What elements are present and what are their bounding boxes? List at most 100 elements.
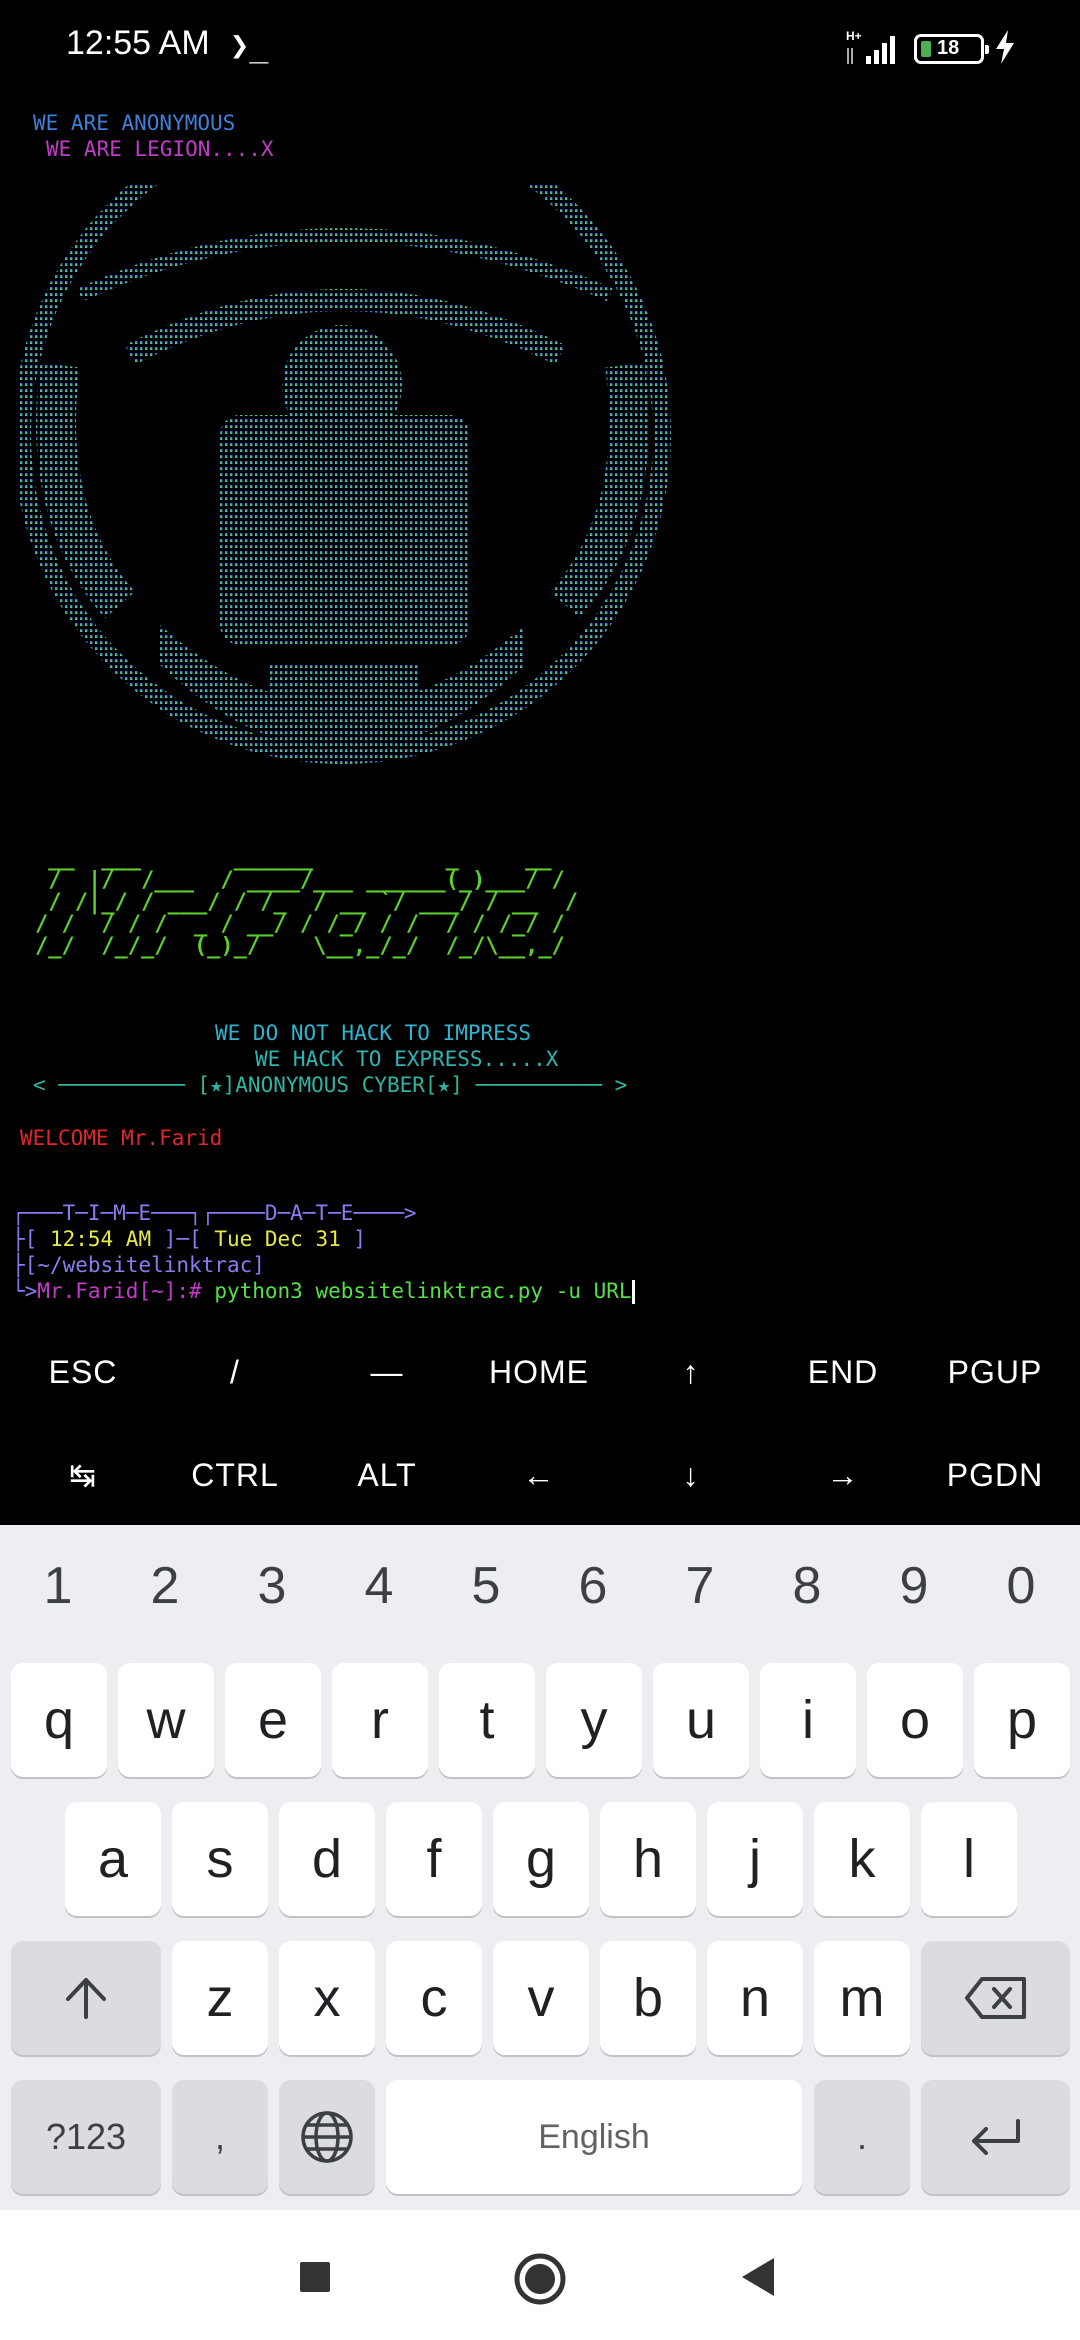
key-o[interactable]: o [867, 1663, 963, 1777]
key-v[interactable]: v [493, 1941, 589, 2055]
network-type: H+ [846, 29, 862, 43]
key-h[interactable]: h [600, 1802, 696, 1916]
key-j[interactable]: j [707, 1802, 803, 1916]
status-time: 12:55 AM [66, 24, 210, 62]
arrow-up-key[interactable]: ↑ [616, 1332, 766, 1412]
backspace-icon [964, 1977, 1026, 2019]
cwd-row: ├[~/websitelinktrac] [12, 1253, 265, 1277]
status-bar: 12:55 AM ❯_ H+ 18 [0, 0, 1080, 100]
key-n[interactable]: n [707, 1941, 803, 2055]
anonymous-emblem-art [20, 185, 680, 945]
backspace-key[interactable] [921, 1941, 1070, 2055]
enter-icon [971, 2119, 1020, 2155]
time-value: 12:54 AM [49, 1227, 152, 1251]
space-bar[interactable]: English [386, 2080, 802, 2194]
key-l[interactable]: l [921, 1802, 1017, 1916]
key-w[interactable]: w [118, 1663, 214, 1777]
logo-art-line-3: / /|_/ / ___/ / /_ / __ `/ ___/ / __ / [35, 890, 592, 915]
home-key[interactable]: HOME [464, 1332, 614, 1412]
key-g[interactable]: g [493, 1802, 589, 1916]
key-p[interactable]: p [974, 1663, 1070, 1777]
key-b[interactable]: b [600, 1941, 696, 2055]
key-y[interactable]: y [546, 1663, 642, 1777]
terminal-output[interactable]: WE ARE ANONYMOUS WE ARE LEGION....X __ _… [0, 100, 1080, 1325]
recents-square-icon[interactable] [298, 2260, 332, 2294]
key-c[interactable]: c [386, 1941, 482, 2055]
key-k[interactable]: k [814, 1802, 910, 1916]
key-2[interactable]: 2 [115, 1551, 215, 1621]
time-date-header: ┌───T─I─M─E───┐┌────D─A─T─E────> [12, 1201, 417, 1225]
key-f[interactable]: f [386, 1802, 482, 1916]
key-i[interactable]: i [760, 1663, 856, 1777]
end-key[interactable]: END [768, 1332, 918, 1412]
battery-level: 18 [937, 37, 960, 59]
status-icons: H+ 18 [844, 28, 1024, 68]
logo-art-line-5: /_/ /_/_/ (_)_/ \__,_/_/ /_/\__,_/ [35, 934, 605, 959]
motto-line-2: WE HACK TO EXPRESS.....X [255, 1047, 559, 1071]
arrow-right-key[interactable]: → [768, 1435, 918, 1515]
prompt-row[interactable]: └>Mr.Farid[~]:# python3 websitelinktrac.… [12, 1278, 635, 1304]
tab-key[interactable]: ↹ [8, 1435, 158, 1515]
arrow-down-key[interactable]: ↓ [616, 1435, 766, 1515]
key-m[interactable]: m [814, 1941, 910, 2055]
pgdn-key[interactable]: PGDN [920, 1435, 1070, 1515]
key-5[interactable]: 5 [436, 1551, 536, 1621]
key-9[interactable]: 9 [864, 1551, 964, 1621]
arrow-left-key[interactable]: ← [464, 1435, 614, 1515]
home-circle-icon[interactable] [513, 2252, 567, 2306]
soft-keyboard: 1 2 3 4 5 6 7 8 9 0 q w e r t y u i o p … [0, 1525, 1080, 2210]
terminal-notification-icon: ❯_ [230, 26, 269, 64]
key-7[interactable]: 7 [650, 1551, 750, 1621]
welcome-line: WELCOME Mr.Farid [20, 1126, 223, 1150]
key-e[interactable]: e [225, 1663, 321, 1777]
battery-icon: 18 [914, 34, 989, 64]
key-z[interactable]: z [172, 1941, 268, 2055]
logo-art-line-4: / / / / / _ / __/ / /_/ / / / / /_/ / [35, 912, 592, 937]
key-3[interactable]: 3 [222, 1551, 322, 1621]
text-cursor [631, 1280, 635, 1304]
dash-key[interactable]: — [312, 1332, 462, 1412]
key-q[interactable]: q [11, 1663, 107, 1777]
key-s[interactable]: s [172, 1802, 268, 1916]
key-u[interactable]: u [653, 1663, 749, 1777]
symbols-key[interactable]: ?123 [11, 2080, 161, 2194]
enter-key[interactable] [921, 2080, 1070, 2194]
key-8[interactable]: 8 [757, 1551, 857, 1621]
shift-arrow-icon [66, 1978, 106, 2019]
pgup-key[interactable]: PGUP [920, 1332, 1070, 1412]
space-bar-label: English [538, 2117, 650, 2156]
banner-line-1: WE ARE ANONYMOUS [33, 111, 236, 135]
comma-key-label: , [214, 2116, 225, 2157]
key-0[interactable]: 0 [971, 1551, 1071, 1621]
symbols-key-label: ?123 [45, 2116, 127, 2157]
signal-icon: H+ [846, 29, 895, 64]
logo-art-line-1: __ ___ ______ _ __ [35, 846, 552, 871]
cwd-path: ~/websitelinktrac [37, 1253, 253, 1277]
period-key[interactable]: . [814, 2080, 910, 2194]
slash-key[interactable]: / [160, 1332, 310, 1412]
banner-line-2: WE ARE LEGION....X [46, 137, 274, 161]
language-key[interactable] [279, 2080, 375, 2194]
alt-key[interactable]: ALT [312, 1435, 462, 1515]
motto-line-1: WE DO NOT HACK TO IMPRESS [215, 1021, 532, 1045]
key-4[interactable]: 4 [329, 1551, 429, 1621]
back-triangle-icon[interactable] [740, 2256, 776, 2298]
period-key-label: . [856, 2116, 867, 2157]
comma-key[interactable]: , [172, 2080, 268, 2194]
key-d[interactable]: d [279, 1802, 375, 1916]
key-x[interactable]: x [279, 1941, 375, 2055]
shift-key[interactable] [11, 1941, 161, 2055]
extra-keys-bar: ESC / — HOME ↑ END PGUP ↹ CTRL ALT ← ↓ →… [0, 1332, 1080, 1522]
key-t[interactable]: t [439, 1663, 535, 1777]
date-value: Tue Dec 31 [214, 1227, 341, 1251]
ctrl-key[interactable]: CTRL [160, 1435, 310, 1515]
navigation-bar [0, 2210, 1080, 2340]
divider-line: < ────────── [★]ANONYMOUS CYBER[★] ─────… [33, 1073, 628, 1097]
key-a[interactable]: a [65, 1802, 161, 1916]
key-1[interactable]: 1 [8, 1551, 108, 1621]
key-r[interactable]: r [332, 1663, 428, 1777]
esc-key[interactable]: ESC [8, 1332, 158, 1412]
globe-icon [301, 2111, 353, 2163]
key-6[interactable]: 6 [543, 1551, 643, 1621]
command-input[interactable]: python3 websitelinktrac.py -u URL [214, 1279, 631, 1303]
